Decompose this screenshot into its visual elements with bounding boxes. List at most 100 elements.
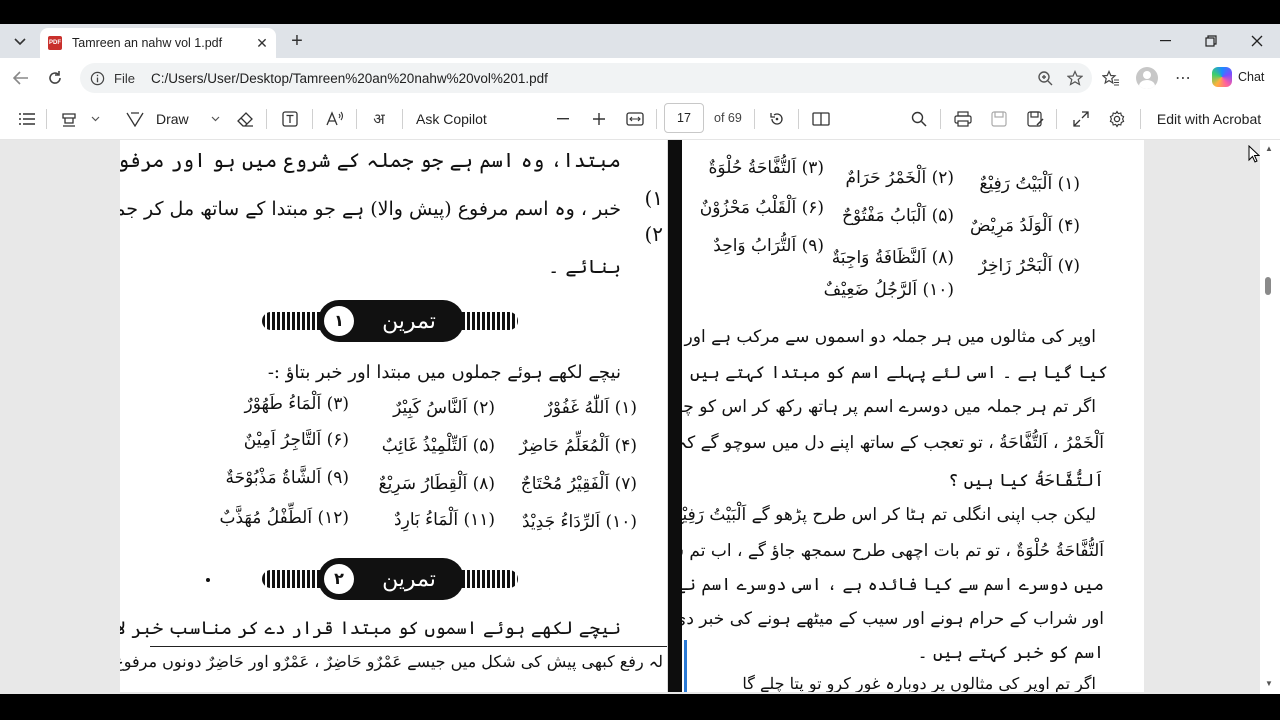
more-options-icon[interactable]: ⋯ [1170,66,1196,90]
toolbar-divider [46,109,47,129]
copilot-logo-icon [1212,67,1232,87]
info-icon[interactable] [86,67,108,89]
paragraph-line: میں دوسرے اسم سے کیا فائدہ ہے ، اسی دوسر… [682,575,1104,595]
pdf-page-left: مبتدا، وہ اسم ہے جو جملہ کے شروع میں ہو … [120,140,668,692]
toolbar-divider [312,109,313,129]
fit-to-width-icon[interactable] [622,106,648,132]
text-box-icon[interactable] [277,106,303,132]
zoom-icon[interactable] [1032,66,1058,90]
number-1: ۱) [644,186,663,210]
address-url[interactable]: C:/Users/User/Desktop/Tamreen%20an%20nah… [151,71,1032,86]
example-item: (۱۰) اَلرَّجُلُ ضَعِیْفٌ [823,280,954,300]
number-2: ۲) [644,222,663,246]
definition-continuation: بنائے ۔ [548,256,621,278]
copilot-chat-button[interactable]: Chat [1206,63,1272,91]
exercise-1-item: (۳) اَلْمَاءُ طَهُوْرٌ [244,394,349,414]
address-bar-row: File C:/Users/User/Desktop/Tamreen%20an%… [0,58,1280,98]
exercise-1-banner: ۱ تمرین [262,298,518,344]
read-aloud-icon[interactable] [322,106,348,132]
exercise-2-instruction: نیچے لکھے ہوئے اسموں کو مبتدا قرار دے کر… [120,618,621,639]
exercise-1-number: ۱ [324,306,354,336]
favorite-star-icon[interactable] [1062,66,1088,90]
example-item: (۹) اَلتُّرَابُ وَاحِدٌ [713,236,824,256]
eraser-icon[interactable] [232,106,258,132]
banner-core: ۱ تمرین [318,300,464,342]
exercise-2-title: تمرین [382,566,436,592]
example-item: (۵) اَلْبَابُ مَفْتُوْحٌ [841,206,954,226]
exercise-1-item: (۹) اَلشَّاةُ مَذْبُوْحَةٌ [225,468,349,488]
ask-copilot-button[interactable]: Ask Copilot [416,106,496,132]
refresh-icon[interactable] [42,66,68,90]
exercise-1-item: (۸) اَلْقِطَارُ سَرِیْعٌ [378,474,495,494]
save-as-icon[interactable] [1022,106,1048,132]
toolbar-divider [656,109,657,129]
toolbar-divider [1140,109,1141,129]
paragraph-line: اگر تم اوپر کی مثالوں پر دوبارہ غور کرو … [742,674,1096,692]
definition-mubtada: مبتدا، وہ اسم ہے جو جملہ کے شروع میں ہو … [120,148,621,172]
new-tab-button[interactable]: + [286,30,308,52]
rotate-icon[interactable] [764,106,790,132]
pdf-toolbar: Draw अ Ask Copilot Edit with Acrobat [0,98,1280,140]
zoom-out-icon[interactable] [550,106,576,132]
page-total-label: of 69 [714,111,742,125]
pdf-file-icon: PDF [48,36,62,50]
pdf-viewer[interactable]: مبتدا، وہ اسم ہے جو جملہ کے شروع میں ہو … [0,140,1280,694]
chat-label: Chat [1238,70,1265,84]
toolbar-divider [356,109,357,129]
restore-icon[interactable] [1188,24,1234,58]
toolbar-divider [940,109,941,129]
settings-gear-icon[interactable] [1104,106,1130,132]
vertical-scrollbar[interactable] [1260,140,1280,694]
paragraph-line: اَلْخَمْرُ ، اَلتُّفَّاحَةُ ، تو تعجب کے… [682,433,1104,453]
tab-active[interactable]: PDF Tamreen an nahw vol 1.pdf ✕ [40,28,276,58]
save-icon[interactable] [986,106,1012,132]
screen-bottom-strip [0,694,1280,720]
exercise-1-item: (۱۰) اَلرِّدَاءُ جَدِیْدٌ [521,512,637,532]
draw-label: Draw [156,111,189,127]
example-item: (۲) اَلْخَمْرُ حَرَامٌ [845,168,954,188]
page-number-input[interactable]: 17 [664,103,704,133]
scrollbar-thumb[interactable] [1265,277,1271,295]
example-item: (۱) اَلْبَیْتُ رَفِیْعٌ [979,174,1080,194]
expand-icon[interactable] [1068,106,1094,132]
exercise-1-item: (۱) اَللّٰهُ غَفُوْرٌ [544,398,637,418]
tab-actions-chevron-icon[interactable] [8,30,32,54]
highlight-icon[interactable] [56,106,82,132]
exercise-1-item: (۱۲) اَلطِّفْلُ مُهَذَّبٌ [219,508,349,528]
exercise-1-title: تمرین [382,308,436,334]
toolbar-divider [402,109,403,129]
minimize-icon[interactable] [1142,24,1188,58]
omnibox[interactable]: File C:/Users/User/Desktop/Tamreen%20an%… [80,63,1092,93]
exercise-1-item: (۲) اَلنَّاسُ کَبِیْرٌ [393,398,495,418]
example-item: (۳) اَلتُّفَّاحَةُ حُلْوَةٌ [708,158,824,178]
tab-close-icon[interactable]: ✕ [252,33,272,53]
translate-icon[interactable]: अ [366,106,392,132]
toolbar-divider [754,109,755,129]
page-view-icon[interactable] [808,106,834,132]
highlight-dropdown-chevron-icon[interactable] [86,106,104,132]
back-arrow-icon[interactable] [8,66,34,90]
search-icon[interactable] [906,106,932,132]
paragraph-line: اور شراب کے حرام ہونے اور سیب کے میٹھے ہ… [682,609,1104,629]
paragraph-line: اَلتُّفَّاحَةُ کیا ہیں ؟ [948,471,1104,491]
scroll-down-arrow-icon[interactable]: ▼ [1264,678,1274,688]
exercise-2-number: ۲ [324,564,354,594]
scroll-up-arrow-icon[interactable]: ▲ [1264,143,1274,153]
exercise-1-item: (۱۱) اَلْمَاءُ بَارِدٌ [394,510,495,530]
favorites-icon[interactable] [1098,66,1124,90]
window-close-icon[interactable] [1234,24,1280,58]
pdf-page-right: (۱) اَلْبَیْتُ رَفِیْعٌ (۲) اَلْخَمْرُ ح… [682,140,1144,692]
paragraph-line: اسم کو خبر کہتے ہیں ۔ [917,643,1104,663]
edit-with-acrobat-button[interactable]: Edit with Acrobat [1152,106,1266,132]
paragraph-line: اگر تم ہر جملہ میں دوسرے اسم پر ہاتھ رکھ… [682,397,1096,417]
exercise-1-item: (۶) اَلتَّاجِرُ اَمِیْنٌ [243,430,349,450]
exercise-1-item: (۵) اَلتِّلْمِیْذُ غَائِبٌ [381,436,495,456]
zoom-in-icon[interactable] [586,106,612,132]
table-of-contents-icon[interactable] [14,106,40,132]
draw-button[interactable]: Draw [126,106,222,132]
print-icon[interactable] [950,106,976,132]
footnote-rule [150,646,667,647]
profile-avatar[interactable] [1136,67,1158,89]
draw-pen-icon [126,112,144,127]
tab-title: Tamreen an nahw vol 1.pdf [72,36,223,50]
